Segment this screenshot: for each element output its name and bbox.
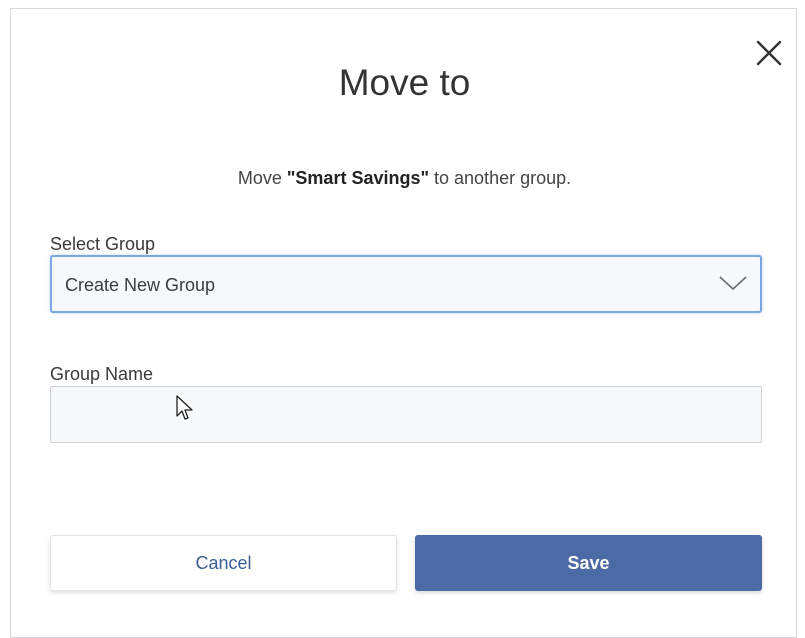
cancel-button[interactable]: Cancel: [50, 535, 397, 591]
select-group-value: Create New Group: [65, 275, 216, 295]
dialog-subtitle: Move "Smart Savings" to another group.: [11, 167, 798, 189]
save-button[interactable]: Save: [415, 535, 762, 591]
select-group-dropdown[interactable]: Create New Group: [50, 255, 762, 313]
select-group-label: Select Group: [50, 234, 156, 254]
dialog-title: Move to: [338, 62, 471, 103]
subtitle-suffix: to another group.: [429, 168, 572, 188]
move-to-dialog: Move to Move "Smart Savings" to another …: [10, 8, 797, 638]
chevron-down-icon: [719, 276, 747, 291]
group-name-input[interactable]: [50, 386, 762, 443]
subtitle-prefix: Move: [237, 168, 287, 188]
subtitle-item-name: "Smart Savings": [286, 168, 430, 188]
group-name-label: Group Name: [50, 364, 154, 384]
